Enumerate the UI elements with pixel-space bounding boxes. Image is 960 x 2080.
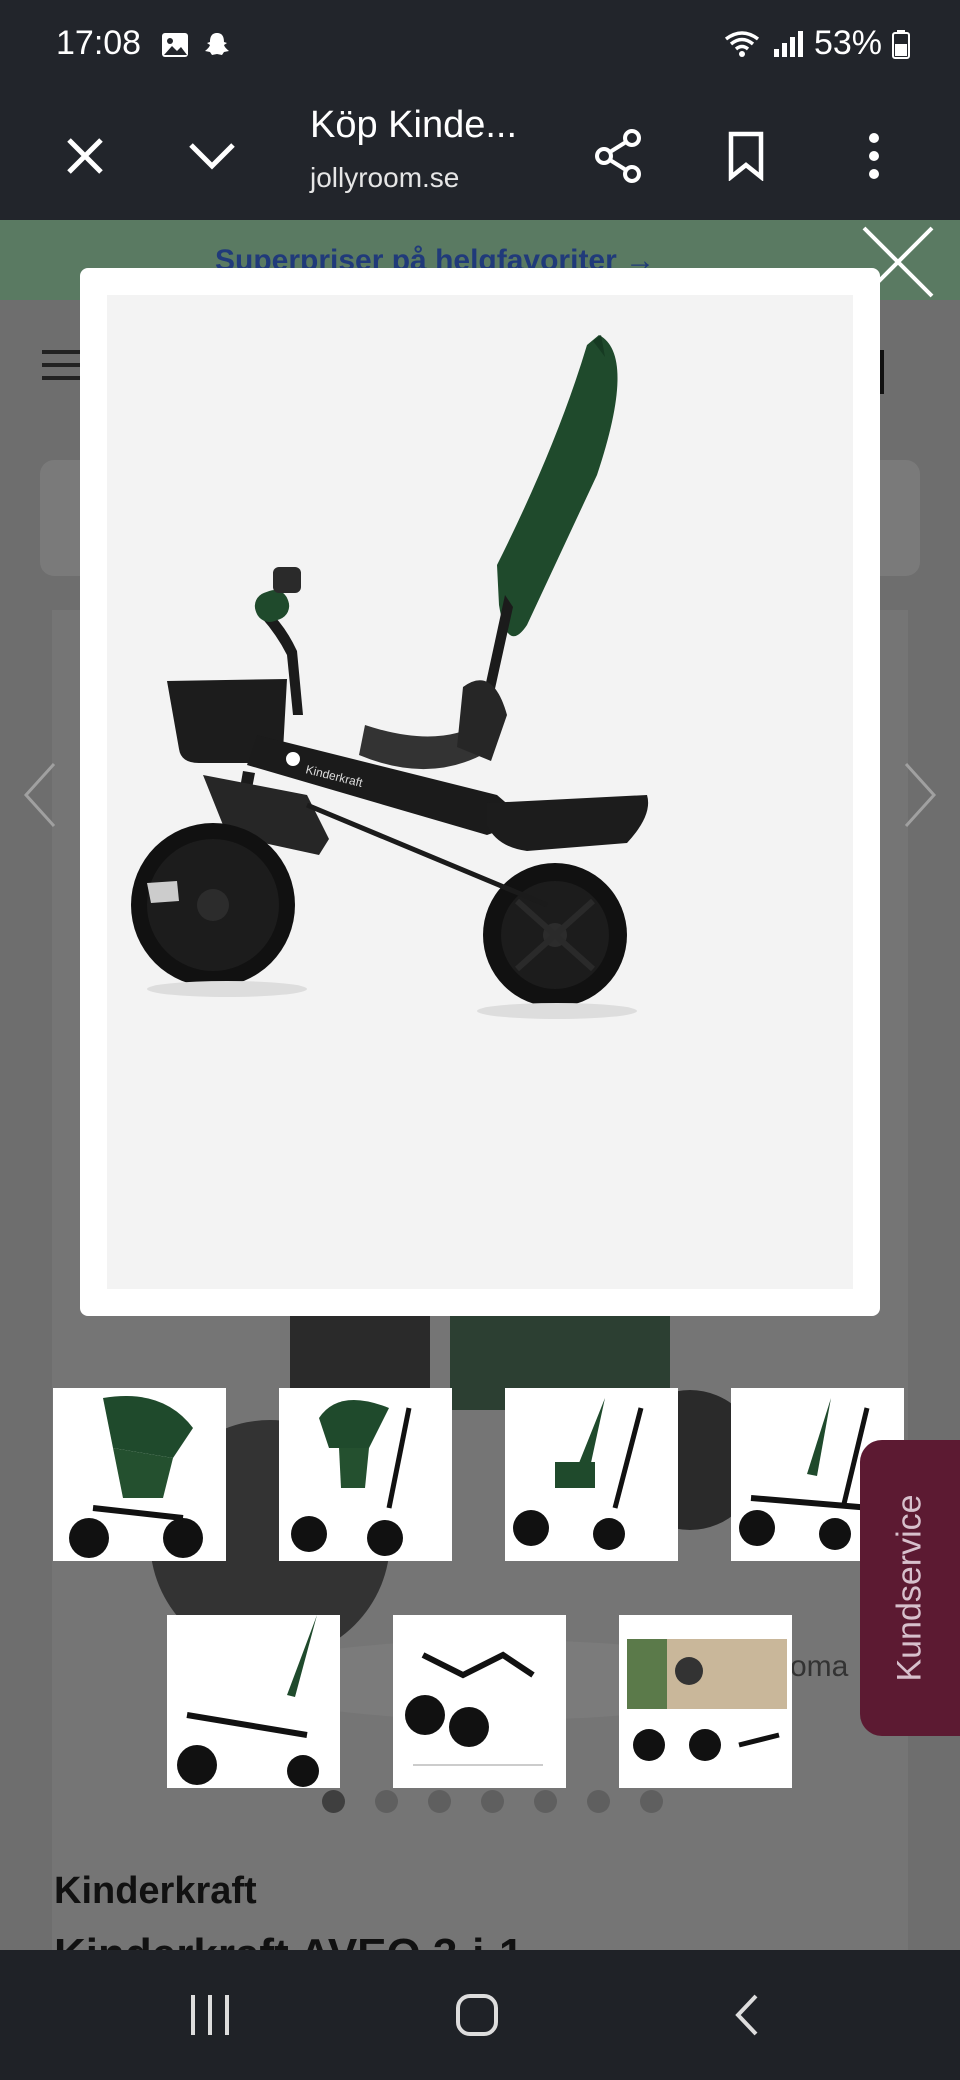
- gallery-dot[interactable]: [481, 1790, 504, 1813]
- gallery-dot[interactable]: [375, 1790, 398, 1813]
- recent-apps-button[interactable]: [165, 1980, 255, 2050]
- thumbnail-image: [53, 1388, 226, 1561]
- thumbnail-image: [167, 1615, 340, 1788]
- thumbnail[interactable]: [279, 1388, 452, 1561]
- thumbnail-image: [393, 1615, 566, 1788]
- thumbnail-image: [619, 1615, 792, 1788]
- lightbox-product-image[interactable]: Kinderkraft: [107, 295, 853, 1289]
- thumbnail-image: [279, 1388, 452, 1561]
- gallery-dots: [322, 1790, 663, 1813]
- close-tab-button[interactable]: [45, 116, 125, 196]
- menu-icon[interactable]: [42, 350, 84, 389]
- product-brand[interactable]: Kinderkraft: [54, 1870, 257, 1913]
- battery-icon: [892, 29, 910, 59]
- gallery-prev-arrow-icon[interactable]: [20, 760, 60, 830]
- status-bar: 17:08 53%: [0, 0, 960, 92]
- gallery-dot[interactable]: [428, 1790, 451, 1813]
- thumbnail[interactable]: [167, 1615, 340, 1788]
- page-title[interactable]: Köp Kinde...: [310, 104, 517, 147]
- product-name: Kinderkraft AVEO 3-i-1: [54, 1930, 523, 1950]
- status-time: 17:08: [56, 24, 142, 62]
- home-icon: [456, 1994, 498, 2036]
- gallery-dot[interactable]: [534, 1790, 557, 1813]
- thumbnail[interactable]: [505, 1388, 678, 1561]
- lightbox: Kinderkraft: [80, 268, 880, 1316]
- more-options-button[interactable]: [834, 116, 914, 196]
- gallery-dot[interactable]: [322, 1790, 345, 1813]
- thumbnail-row: [167, 1615, 792, 1788]
- gallery-icon: [162, 33, 188, 57]
- gallery-dot[interactable]: [640, 1790, 663, 1813]
- home-button[interactable]: [432, 1980, 522, 2050]
- customer-service-label: Kundservice: [890, 1494, 929, 1682]
- snapchat-icon: [205, 33, 229, 55]
- share-icon: [595, 129, 641, 183]
- recent-apps-icon: [191, 1995, 229, 2035]
- bookmark-icon: [728, 131, 764, 181]
- partial-text: oma: [790, 1650, 849, 1683]
- thumbnail[interactable]: [619, 1615, 792, 1788]
- bookmark-button[interactable]: [706, 116, 786, 196]
- battery-percent: 53%: [813, 24, 882, 62]
- thumbnail-row: [53, 1388, 904, 1561]
- system-navigation-bar: [0, 1950, 960, 2080]
- page-url[interactable]: jollyroom.se: [310, 162, 459, 194]
- gallery-dot[interactable]: [587, 1790, 610, 1813]
- tricycle-illustration: Kinderkraft: [131, 335, 649, 1019]
- thumbnail[interactable]: [53, 1388, 226, 1561]
- browser-toolbar: Köp Kinde... jollyroom.se: [0, 92, 960, 220]
- share-button[interactable]: [578, 116, 658, 196]
- thumbnail[interactable]: [393, 1615, 566, 1788]
- more-vertical-icon: [869, 133, 879, 179]
- close-icon: [67, 138, 103, 174]
- back-icon: [735, 1994, 758, 2036]
- back-button[interactable]: [702, 1980, 792, 2050]
- wifi-icon: [724, 30, 759, 57]
- thumbnail-image: [505, 1388, 678, 1561]
- signal-icon: [773, 30, 803, 57]
- customer-service-tab[interactable]: Kundservice: [860, 1440, 960, 1736]
- chevron-down-icon: [189, 143, 235, 170]
- gallery-next-arrow-icon[interactable]: [900, 760, 940, 830]
- minimize-button[interactable]: [172, 116, 252, 196]
